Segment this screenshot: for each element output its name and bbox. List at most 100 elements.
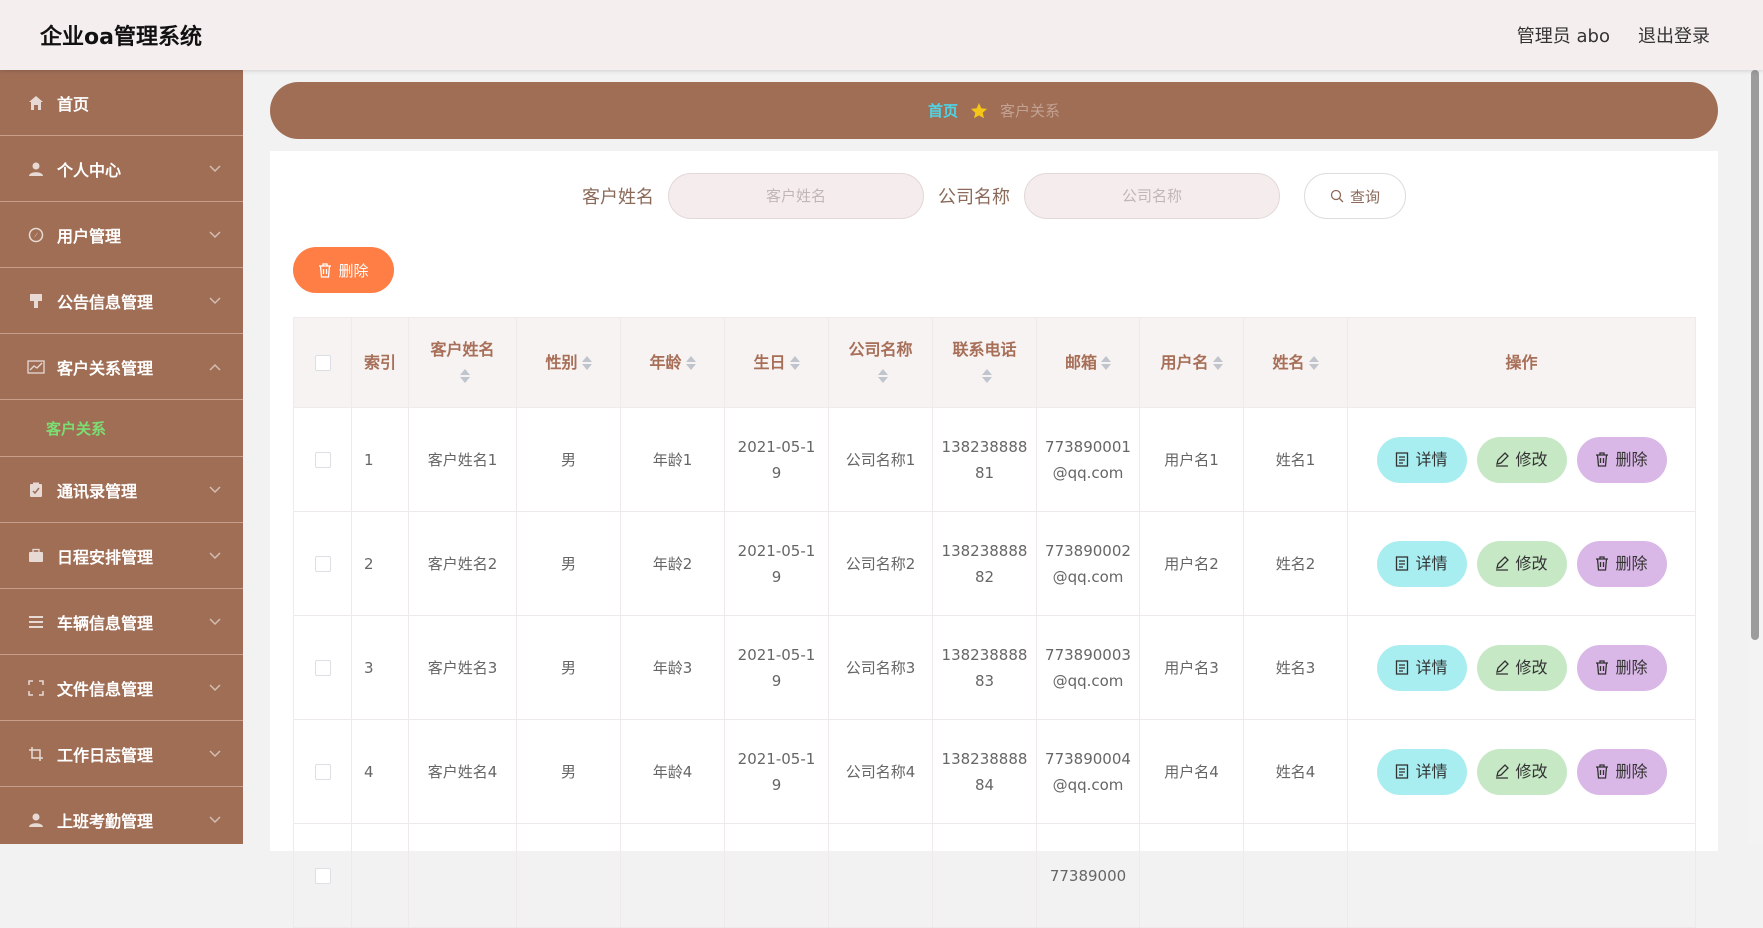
sidebar-item-attendance-management[interactable]: 上班考勤管理 xyxy=(0,787,243,844)
document-icon xyxy=(1395,556,1409,571)
detail-button-label: 详情 xyxy=(1415,449,1448,469)
current-user-label: 管理员 abo xyxy=(1516,26,1610,47)
document-icon xyxy=(1395,764,1409,779)
cell-actions: 详情 修改 删除 xyxy=(1347,511,1696,616)
sidebar-item-notice-management[interactable]: 公告信息管理 xyxy=(0,268,243,334)
cell-realname xyxy=(1243,823,1348,928)
column-header-age[interactable]: 年龄 xyxy=(620,317,725,408)
query-button-label: 查询 xyxy=(1349,187,1380,206)
delete-button[interactable]: 删除 xyxy=(1576,540,1667,587)
sidebar-item-personal-center[interactable]: 个人中心 xyxy=(0,136,243,202)
cell-phone: 13823888883 xyxy=(932,615,1037,720)
table-row: 3 客户姓名3 男年龄3 2021-05-19 公司名称3 13823888883 7738… xyxy=(293,615,1696,720)
query-button[interactable]: 查询 xyxy=(1304,173,1406,219)
sort-icon[interactable] xyxy=(1308,355,1319,371)
sort-icon[interactable] xyxy=(1212,355,1223,371)
row-checkbox[interactable] xyxy=(314,660,331,676)
row-checkbox[interactable] xyxy=(314,452,331,468)
delete-button-label: 删除 xyxy=(1615,761,1648,781)
detail-button-label: 详情 xyxy=(1415,657,1448,677)
table-row: 4 客户姓名4 男年龄4 2021-05-19 公司名称4 13823888884 7738… xyxy=(293,719,1696,824)
column-header-customer-name[interactable]: 客户姓名 xyxy=(408,317,517,408)
row-checkbox[interactable] xyxy=(314,868,331,884)
table-row: 2 客户姓名2 男年龄2 2021-05-19 公司名称2 13823888882 7738… xyxy=(293,511,1696,616)
column-header-realname[interactable]: 姓名 xyxy=(1243,317,1348,408)
cell-email: 77389000 xyxy=(1036,823,1140,928)
cell-name: 客户姓名3 xyxy=(408,615,517,720)
top-bar: 企业oa管理系统 管理员 abo 退出登录 xyxy=(0,0,1763,70)
cell-username: 用户名2 xyxy=(1139,511,1244,616)
detail-button[interactable]: 详情 xyxy=(1376,540,1467,587)
delete-button-label: 删除 xyxy=(1615,449,1648,469)
sort-icon[interactable] xyxy=(981,368,992,384)
sidebar-item-home[interactable]: 首页 xyxy=(0,70,243,136)
column-header-label: 年龄 xyxy=(649,352,682,372)
scrollbar-thumb[interactable] xyxy=(1751,70,1759,640)
table-row: 1 客户姓名1 男年龄1 2021-05-19 公司名称1 13823888881 7738… xyxy=(293,407,1696,512)
edit-button[interactable]: 修改 xyxy=(1476,436,1567,483)
sort-icon[interactable] xyxy=(459,368,470,384)
row-checkbox[interactable] xyxy=(314,764,331,780)
company-name-label: 公司名称 xyxy=(938,187,1010,208)
cell-username xyxy=(1139,823,1244,928)
delete-button-label: 删除 xyxy=(1615,657,1648,677)
cell-gender: 男 xyxy=(516,615,621,720)
document-icon xyxy=(1395,660,1409,675)
cell-phone: 13823888884 xyxy=(932,719,1037,824)
cell-username: 用户名3 xyxy=(1139,615,1244,720)
edit-button[interactable]: 修改 xyxy=(1476,540,1567,587)
sort-icon[interactable] xyxy=(877,368,888,384)
detail-button[interactable]: 详情 xyxy=(1376,644,1467,691)
sidebar-item-schedule-management[interactable]: 日程安排管理 xyxy=(0,523,243,589)
cell-gender: 男 xyxy=(516,719,621,824)
select-all-checkbox[interactable] xyxy=(314,355,331,371)
breadcrumb-home[interactable]: 首页 xyxy=(928,100,958,121)
column-header-company[interactable]: 公司名称 xyxy=(828,317,933,408)
sidebar-item-label: 个人中心 xyxy=(57,160,122,180)
chevron-up-icon xyxy=(209,363,221,371)
detail-button[interactable]: 详情 xyxy=(1376,748,1467,795)
edit-button-label: 修改 xyxy=(1515,657,1548,677)
main-content: 首页 客户关系 客户姓名 公司名称 查询 删除 xyxy=(243,70,1747,928)
column-header-username[interactable]: 用户名 xyxy=(1139,317,1244,408)
customer-name-label: 客户姓名 xyxy=(582,187,654,208)
cell-age: 年龄1 xyxy=(620,407,725,512)
edit-button[interactable]: 修改 xyxy=(1476,748,1567,795)
breadcrumb: 首页 客户关系 xyxy=(270,82,1718,139)
edit-icon xyxy=(1495,452,1510,467)
sidebar-item-customer-relations-management[interactable]: 客户关系管理 xyxy=(0,334,243,400)
logout-link[interactable]: 退出登录 xyxy=(1638,22,1710,48)
column-header-birthday[interactable]: 生日 xyxy=(724,317,829,408)
sidebar-item-contacts-management[interactable]: 通讯录管理 xyxy=(0,457,243,523)
batch-delete-button[interactable]: 删除 xyxy=(293,247,394,293)
sort-icon[interactable] xyxy=(581,355,592,371)
sort-icon[interactable] xyxy=(789,355,800,371)
home-icon xyxy=(27,94,45,112)
sidebar-item-user-management[interactable]: 用户管理 xyxy=(0,202,243,268)
detail-button[interactable]: 详情 xyxy=(1376,436,1467,483)
cell-email: 773890001@qq.com xyxy=(1036,407,1140,512)
column-header-phone[interactable]: 联系电话 xyxy=(932,317,1037,408)
vertical-scrollbar[interactable] xyxy=(1747,70,1763,844)
column-header-gender[interactable]: 性别 xyxy=(516,317,621,408)
sidebar-item-vehicle-management[interactable]: 车辆信息管理 xyxy=(0,589,243,655)
row-checkbox[interactable] xyxy=(314,556,331,572)
sort-icon[interactable] xyxy=(1101,355,1111,371)
company-name-input[interactable] xyxy=(1024,173,1280,219)
column-header-email[interactable]: 邮箱 xyxy=(1036,317,1140,408)
sidebar-item-file-management[interactable]: 文件信息管理 xyxy=(0,655,243,721)
cell-company: 公司名称1 xyxy=(828,407,933,512)
sidebar-item-label: 用户管理 xyxy=(57,226,122,246)
delete-button[interactable]: 删除 xyxy=(1576,748,1667,795)
app-title: 企业oa管理系统 xyxy=(40,25,202,50)
delete-button[interactable]: 删除 xyxy=(1576,436,1667,483)
column-header-label: 客户姓名 xyxy=(430,339,495,359)
delete-button[interactable]: 删除 xyxy=(1576,644,1667,691)
sidebar-subitem-customer-relations[interactable]: 客户关系 xyxy=(0,400,243,457)
sidebar-item-worklog-management[interactable]: 工作日志管理 xyxy=(0,721,243,787)
edit-button[interactable]: 修改 xyxy=(1476,644,1567,691)
customer-name-input[interactable] xyxy=(668,173,924,219)
sort-icon[interactable] xyxy=(685,355,696,371)
cell-email: 773890003@qq.com xyxy=(1036,615,1140,720)
sidebar-item-label: 日程安排管理 xyxy=(57,547,154,567)
